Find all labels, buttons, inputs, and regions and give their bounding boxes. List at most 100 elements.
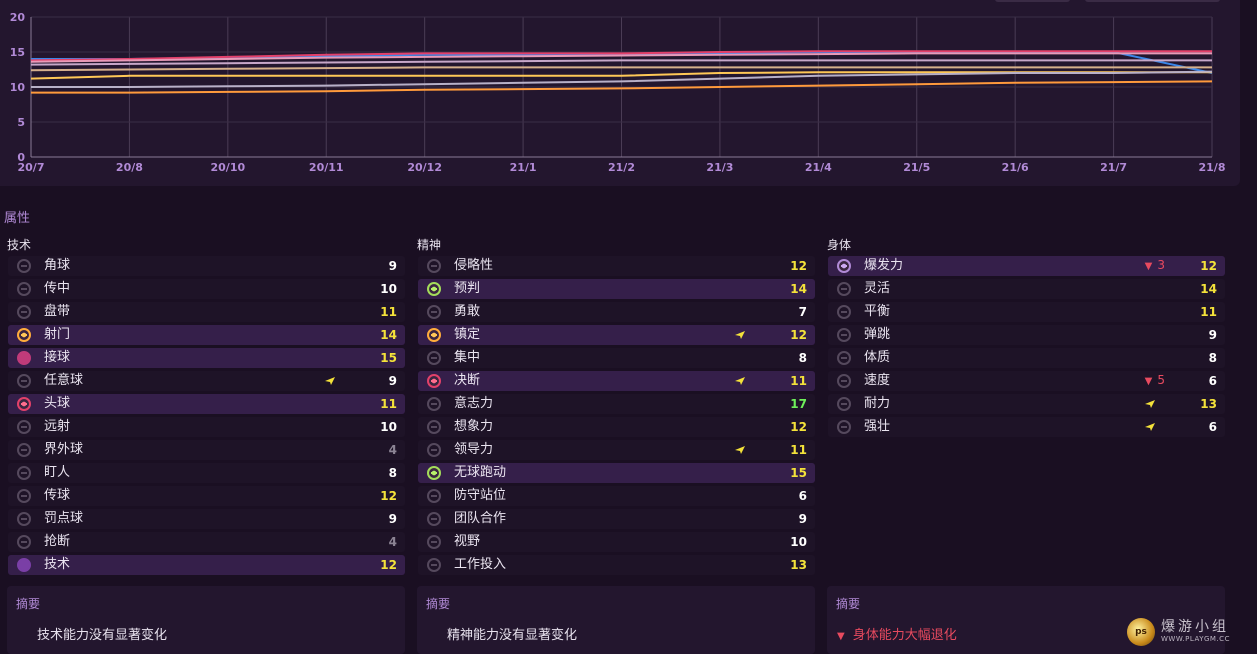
attribute-role-indicator-icon (427, 558, 441, 572)
attribute-row[interactable]: 领导力 11 (418, 440, 815, 460)
column-title-mental: 精神 (417, 238, 442, 252)
x-tick-label: 20/10 (211, 161, 246, 174)
attribute-name: 预判 (454, 281, 481, 296)
attribute-role-indicator-icon (427, 328, 441, 342)
attribute-row[interactable]: 头球 11 (8, 394, 405, 414)
attribute-row[interactable]: 传球 12 (8, 486, 405, 506)
attribute-row[interactable]: 侵略性 12 (418, 256, 815, 276)
attribute-row[interactable]: 技术 12 (8, 555, 405, 575)
attribute-row[interactable]: 想象力 12 (418, 417, 815, 437)
attribute-value: 7 (798, 305, 807, 319)
attribute-role-indicator-icon (837, 305, 851, 319)
attribute-drop: ▼ 5 (1145, 370, 1165, 392)
attribute-name: 射门 (44, 327, 71, 342)
attribute-row[interactable]: 耐力 13 (828, 394, 1225, 414)
attribute-role-indicator-icon (17, 512, 31, 526)
attribute-row[interactable]: 任意球 9 (8, 371, 405, 391)
summary-text: ▼ 身体能力大幅退化 (837, 624, 957, 643)
trend-up-arrow-icon (735, 446, 745, 454)
watermark-logo-icon: ps (1127, 618, 1155, 646)
watermark-name: 爆游小组 (1161, 619, 1229, 635)
attribute-value: 6 (1208, 420, 1217, 434)
attribute-role-indicator-icon (17, 282, 31, 296)
summary-title: 摘要 (836, 597, 861, 611)
attribute-value: 13 (1200, 397, 1217, 411)
attribute-value: 15 (380, 351, 397, 365)
attribute-row[interactable]: 灵活 14 (828, 279, 1225, 299)
attribute-row[interactable]: 决断 11 (418, 371, 815, 391)
attribute-role-indicator-icon (17, 259, 31, 273)
attribute-row[interactable]: 集中 8 (418, 348, 815, 368)
attribute-value: 9 (1208, 328, 1217, 342)
attribute-row[interactable]: 弹跳 9 (828, 325, 1225, 345)
technical-summary-panel: 摘要 技术能力没有显著变化 (7, 586, 405, 654)
attribute-row[interactable]: 接球 15 (8, 348, 405, 368)
attribute-role-indicator-icon (837, 282, 851, 296)
drop-amount: 3 (1157, 258, 1165, 272)
attribute-value: 14 (1200, 282, 1217, 296)
attribute-role-indicator-icon (427, 420, 441, 434)
attribute-row[interactable]: 角球 9 (8, 256, 405, 276)
drop-amount: 5 (1157, 373, 1165, 387)
attribute-role-indicator-icon (427, 374, 441, 388)
attribute-row[interactable]: 意志力 17 (418, 394, 815, 414)
attribute-row[interactable]: 盯人 8 (8, 463, 405, 483)
attribute-row[interactable]: 速度 ▼ 5 6 (828, 371, 1225, 391)
attribute-row[interactable]: 盘带 11 (8, 302, 405, 322)
attribute-value: 6 (798, 489, 807, 503)
summary-text: 精神能力没有显著变化 (447, 628, 578, 643)
attribute-value: 12 (790, 328, 807, 342)
y-tick-label: 10 (10, 81, 26, 94)
x-tick-label: 20/7 (18, 161, 45, 174)
attribute-role-indicator-icon (427, 489, 441, 503)
attribute-drop: ▼ 3 (1145, 255, 1165, 277)
attribute-row[interactable]: 强壮 6 (828, 417, 1225, 437)
x-tick-label: 21/5 (903, 161, 930, 174)
attribute-row[interactable]: 预判 14 (418, 279, 815, 299)
attribute-role-indicator-icon (427, 282, 441, 296)
attribute-row[interactable]: 镇定 12 (418, 325, 815, 345)
attribute-row[interactable]: 勇敢 7 (418, 302, 815, 322)
attribute-name: 弹跳 (864, 327, 891, 342)
attribute-row[interactable]: 抢断 4 (8, 532, 405, 552)
attribute-row[interactable]: 射门 14 (8, 325, 405, 345)
attribute-row[interactable]: 视野 10 (418, 532, 815, 552)
attribute-role-indicator-icon (837, 397, 851, 411)
attribute-value: 12 (1200, 259, 1217, 273)
trend-up-arrow-icon (1145, 400, 1155, 408)
attribute-row[interactable]: 传中 10 (8, 279, 405, 299)
attribute-row[interactable]: 团队合作 9 (418, 509, 815, 529)
attribute-name: 技术 (44, 557, 71, 572)
attribute-name: 界外球 (44, 442, 84, 457)
attribute-row[interactable]: 平衡 11 (828, 302, 1225, 322)
attribute-name: 抢断 (44, 534, 71, 549)
attribute-role-indicator-icon (17, 420, 31, 434)
attribute-name: 想象力 (454, 419, 494, 434)
attribute-name: 盘带 (44, 304, 71, 319)
site-watermark: ps 爆游小组 WWW.PLAYGM.CC (1127, 616, 1247, 648)
attribute-role-indicator-icon (837, 420, 851, 434)
attribute-name: 平衡 (864, 304, 891, 319)
attribute-value: 11 (1200, 305, 1217, 319)
summary-text: 技术能力没有显著变化 (37, 628, 168, 643)
attribute-row[interactable]: 无球跑动 15 (418, 463, 815, 483)
column-title-physical: 身体 (827, 238, 852, 252)
attribute-row[interactable]: 工作投入 13 (418, 555, 815, 575)
attribute-name: 体质 (864, 350, 891, 365)
drop-down-arrow-icon: ▼ (1144, 261, 1153, 272)
attribute-row[interactable]: 体质 8 (828, 348, 1225, 368)
attribute-role-indicator-icon (837, 259, 851, 273)
attribute-value: 10 (380, 282, 397, 296)
attribute-name: 勇敢 (454, 304, 481, 319)
attribute-role-indicator-icon (17, 397, 31, 411)
attribute-value: 8 (798, 351, 807, 365)
attribute-role-indicator-icon (427, 535, 441, 549)
attribute-row[interactable]: 爆发力 ▼ 3 12 (828, 256, 1225, 276)
attribute-name: 远射 (44, 419, 71, 434)
attribute-row[interactable]: 防守站位 6 (418, 486, 815, 506)
attribute-row[interactable]: 远射 10 (8, 417, 405, 437)
attribute-row[interactable]: 界外球 4 (8, 440, 405, 460)
attribute-row[interactable]: 罚点球 9 (8, 509, 405, 529)
attribute-role-indicator-icon (17, 305, 31, 319)
attribute-role-indicator-icon (17, 489, 31, 503)
